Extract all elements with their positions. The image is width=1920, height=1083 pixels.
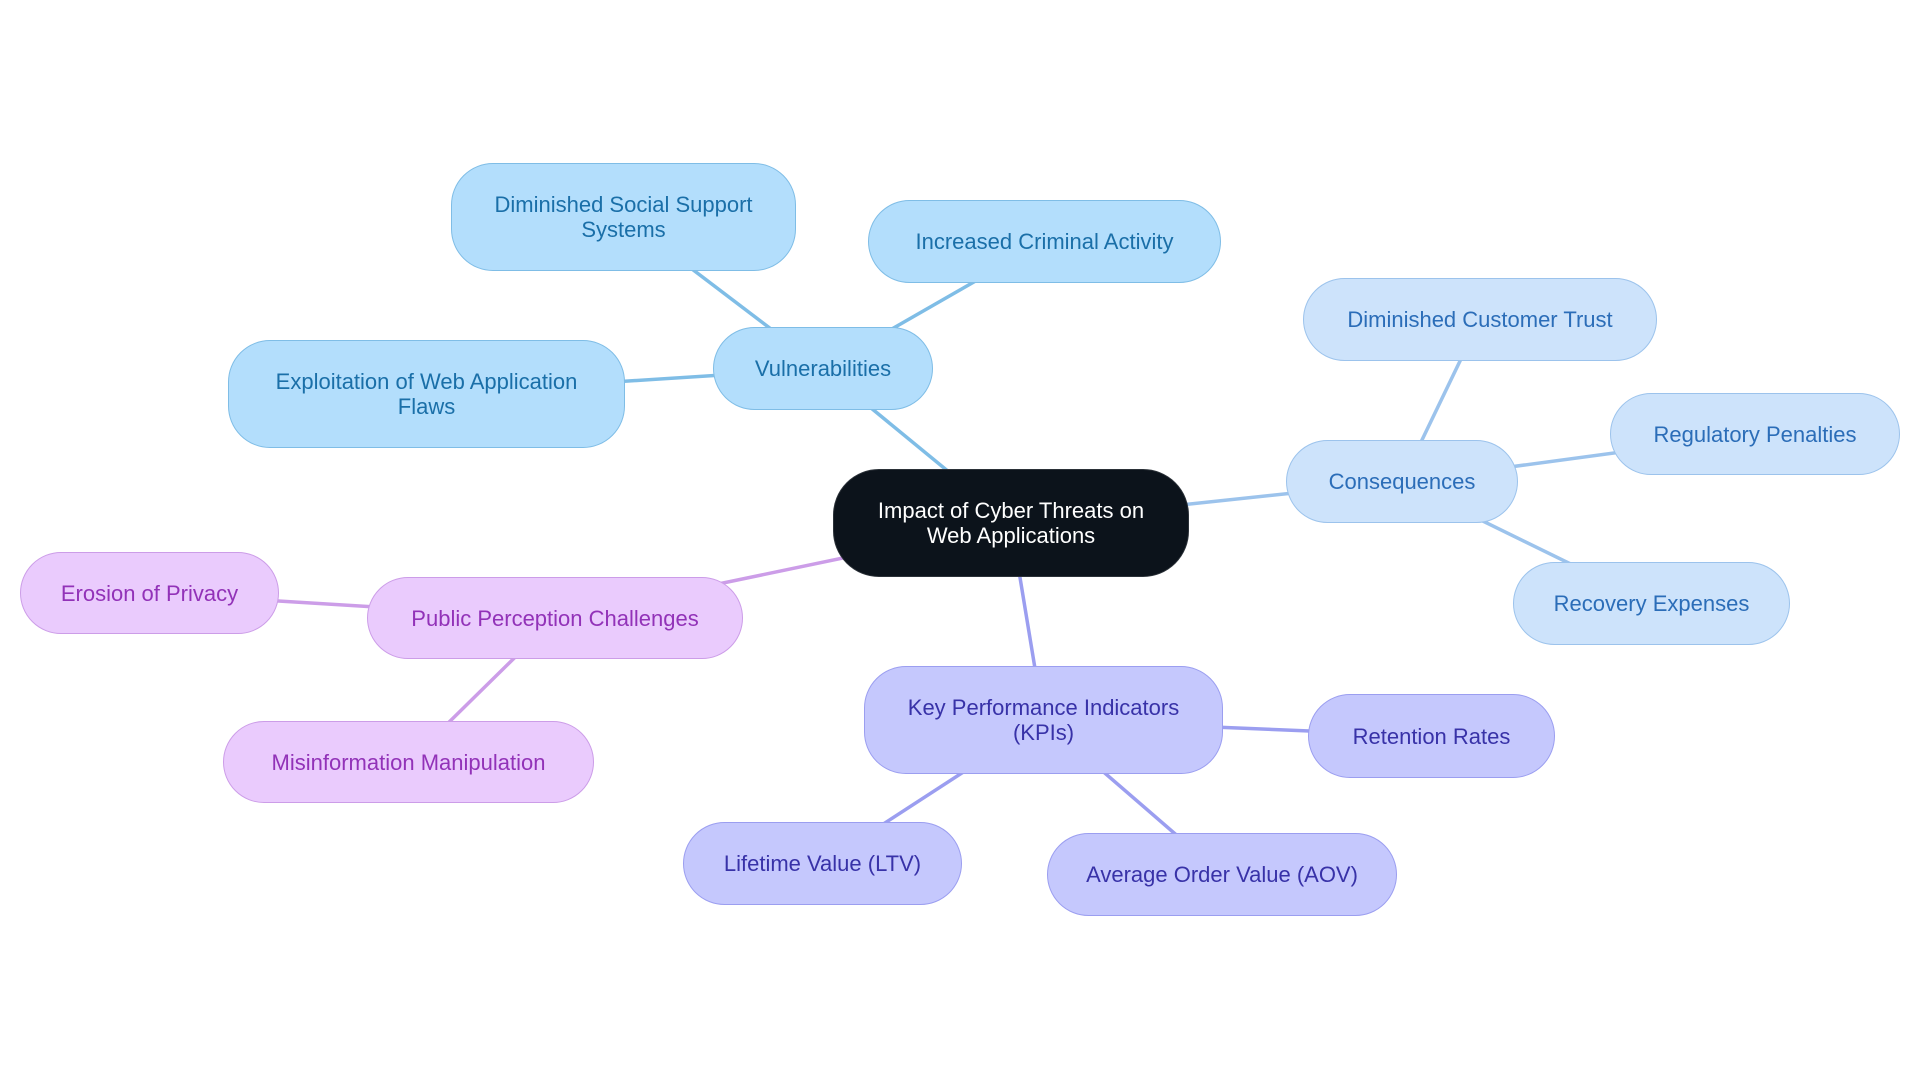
node-recovery-expenses[interactable]: Recovery Expenses <box>1513 562 1790 645</box>
node-label: Key Performance Indicators (KPIs) <box>907 695 1180 745</box>
root-node-label: Impact of Cyber Threats on Web Applicati… <box>877 498 1145 548</box>
node-label: Erosion of Privacy <box>60 580 239 606</box>
node-lifetime-value[interactable]: Lifetime Value (LTV) <box>683 822 962 905</box>
node-label: Consequences <box>1328 469 1476 494</box>
node-label: Diminished Customer Trust <box>1347 307 1613 332</box>
node-increased-criminal-activity[interactable]: Increased Criminal Activity <box>868 200 1221 283</box>
node-exploitation-flaws[interactable]: Exploitation of Web Application Flaws <box>228 340 625 448</box>
node-label: Misinformation Manipulation <box>271 749 546 775</box>
node-retention-rates[interactable]: Retention Rates <box>1308 694 1555 778</box>
node-label: Increased Criminal Activity <box>915 229 1174 254</box>
node-kpis[interactable]: Key Performance Indicators (KPIs) <box>864 666 1223 774</box>
node-regulatory-penalties[interactable]: Regulatory Penalties <box>1610 393 1900 475</box>
node-label: Lifetime Value (LTV) <box>723 851 922 876</box>
node-label: Recovery Expenses <box>1553 591 1750 616</box>
node-label: Retention Rates <box>1352 723 1511 749</box>
node-misinformation-manipulation[interactable]: Misinformation Manipulation <box>223 721 594 803</box>
node-public-perception-challenges[interactable]: Public Perception Challenges <box>367 577 743 659</box>
node-label: Public Perception Challenges <box>411 605 699 631</box>
root-node[interactable]: Impact of Cyber Threats on Web Applicati… <box>833 469 1189 577</box>
node-label: Average Order Value (AOV) <box>1086 862 1358 887</box>
node-label: Vulnerabilities <box>754 356 892 381</box>
node-diminished-customer-trust[interactable]: Diminished Customer Trust <box>1303 278 1657 361</box>
node-erosion-of-privacy[interactable]: Erosion of Privacy <box>20 552 279 634</box>
node-vulnerabilities[interactable]: Vulnerabilities <box>713 327 933 410</box>
node-consequences[interactable]: Consequences <box>1286 440 1518 523</box>
node-label: Exploitation of Web Application Flaws <box>275 369 578 419</box>
node-label: Diminished Social Support Systems <box>494 192 753 242</box>
node-average-order-value[interactable]: Average Order Value (AOV) <box>1047 833 1397 916</box>
node-label: Regulatory Penalties <box>1653 421 1857 447</box>
node-diminished-social-support[interactable]: Diminished Social Support Systems <box>451 163 796 271</box>
